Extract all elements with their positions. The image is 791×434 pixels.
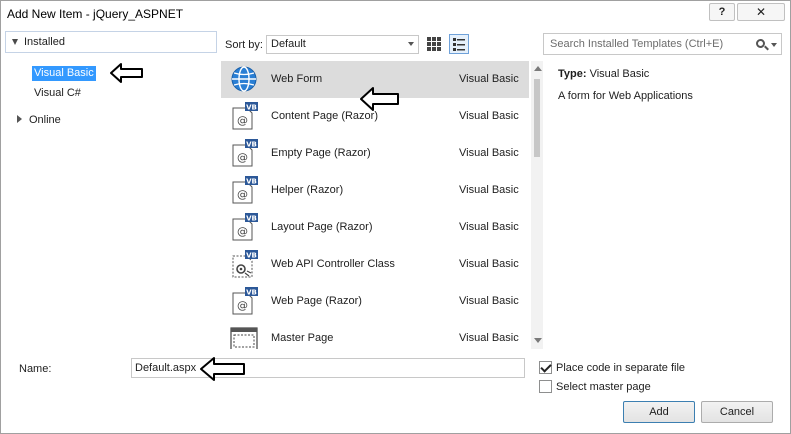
svg-text:VB: VB (246, 178, 257, 186)
template-list: Web Form Visual Basic @ VB Content Page … (221, 61, 531, 349)
svg-text:VB: VB (246, 104, 257, 112)
svg-text:@: @ (237, 225, 248, 238)
template-row-master-page[interactable]: Master Page Visual Basic (221, 320, 529, 349)
svg-text:@: @ (237, 114, 248, 127)
place-code-separate-label: Place code in separate file (556, 362, 686, 374)
template-name: Layout Page (Razor) (271, 221, 373, 233)
tree-node-online[interactable]: Online (29, 114, 61, 126)
select-master-page-checkbox[interactable] (539, 380, 552, 393)
list-view-toggle[interactable] (449, 34, 469, 54)
template-row-empty-page[interactable]: @ VB Empty Page (Razor) Visual Basic (221, 135, 529, 172)
template-row-web-api-controller[interactable]: VB Web API Controller Class Visual Basic (221, 246, 529, 283)
annotation-arrow-icon (360, 87, 399, 111)
template-list-scrollbar[interactable] (531, 61, 543, 349)
template-name: Web Form (271, 73, 323, 85)
master-page-icon (230, 327, 258, 349)
help-button[interactable]: ? (709, 3, 735, 21)
tree-node-visual-csharp[interactable]: Visual C# (34, 87, 81, 99)
template-name: Web Page (Razor) (271, 295, 362, 307)
template-language: Visual Basic (459, 147, 519, 159)
details-type: Type: Visual Basic (558, 68, 649, 80)
vb-razor-page-icon: @ VB (232, 139, 258, 167)
web-form-globe-icon (231, 66, 257, 92)
template-language: Visual Basic (459, 73, 519, 85)
vb-controller-class-icon: VB (232, 250, 258, 278)
vb-razor-page-icon: @ VB (232, 287, 258, 315)
template-language: Visual Basic (459, 295, 519, 307)
template-language: Visual Basic (459, 258, 519, 270)
details-type-label: Type: (558, 68, 587, 80)
name-input[interactable]: Default.aspx (131, 358, 525, 378)
add-button[interactable]: Add (623, 401, 695, 423)
name-label: Name: (19, 363, 52, 375)
svg-text:VB: VB (246, 252, 257, 260)
category-tree: Installed Visual Basic Visual C# Online (5, 31, 217, 349)
template-row-layout-page[interactable]: @ VB Layout Page (Razor) Visual Basic (221, 209, 529, 246)
vb-razor-page-icon: @ VB (232, 213, 258, 241)
expand-triangle-icon[interactable] (17, 115, 22, 123)
tree-node-installed-label: Installed (24, 36, 65, 48)
collapse-triangle-icon[interactable] (12, 39, 18, 45)
sort-by-dropdown[interactable]: Default (266, 35, 419, 54)
template-name: Master Page (271, 332, 334, 344)
scroll-thumb[interactable] (534, 79, 540, 157)
tree-node-visual-basic[interactable]: Visual Basic (32, 66, 96, 81)
search-options-chevron-icon[interactable] (771, 43, 777, 47)
svg-text:VB: VB (246, 289, 257, 297)
add-new-item-dialog: Add New Item - jQuery_ASPNET ? ✕ Install… (0, 0, 791, 434)
template-language: Visual Basic (459, 184, 519, 196)
annotation-arrow-icon (200, 357, 245, 381)
title-bar: Add New Item - jQuery_ASPNET ? ✕ (1, 1, 790, 27)
template-language: Visual Basic (459, 110, 519, 122)
tree-node-installed[interactable]: Installed (5, 31, 217, 53)
template-name: Helper (Razor) (271, 184, 344, 196)
svg-text:VB: VB (246, 141, 257, 149)
template-name: Empty Page (Razor) (271, 147, 371, 159)
search-templates-input[interactable]: Search Installed Templates (Ctrl+E) (543, 33, 782, 55)
template-name: Web API Controller Class (271, 258, 395, 270)
details-description: A form for Web Applications (558, 90, 693, 102)
chevron-down-icon (408, 42, 414, 46)
window-title: Add New Item - jQuery_ASPNET (7, 7, 184, 21)
select-master-page-label: Select master page (556, 381, 651, 393)
annotation-arrow-icon (110, 63, 143, 83)
svg-text:@: @ (237, 151, 248, 164)
vb-razor-page-icon: @ VB (232, 176, 258, 204)
template-row-web-page[interactable]: @ VB Web Page (Razor) Visual Basic (221, 283, 529, 320)
scroll-up-arrow-icon[interactable] (534, 66, 542, 71)
list-view-icon (453, 38, 465, 51)
template-language: Visual Basic (459, 221, 519, 233)
search-icon[interactable] (756, 39, 765, 48)
details-type-value: Visual Basic (589, 68, 650, 80)
scroll-down-arrow-icon[interactable] (534, 338, 542, 343)
sort-by-label: Sort by: (225, 39, 263, 51)
svg-text:@: @ (237, 188, 248, 201)
sort-by-value: Default (271, 38, 306, 50)
search-placeholder: Search Installed Templates (Ctrl+E) (550, 38, 724, 50)
svg-text:@: @ (237, 299, 248, 312)
svg-text:VB: VB (246, 215, 257, 223)
small-icons-view-icon[interactable] (426, 36, 442, 52)
close-button[interactable]: ✕ (737, 3, 785, 21)
template-language: Visual Basic (459, 332, 519, 344)
cancel-button[interactable]: Cancel (701, 401, 773, 423)
template-row-helper[interactable]: @ VB Helper (Razor) Visual Basic (221, 172, 529, 209)
vb-razor-page-icon: @ VB (232, 102, 258, 130)
place-code-separate-checkbox[interactable] (539, 361, 552, 374)
dialog-body: Installed Visual Basic Visual C# Online … (1, 27, 790, 433)
